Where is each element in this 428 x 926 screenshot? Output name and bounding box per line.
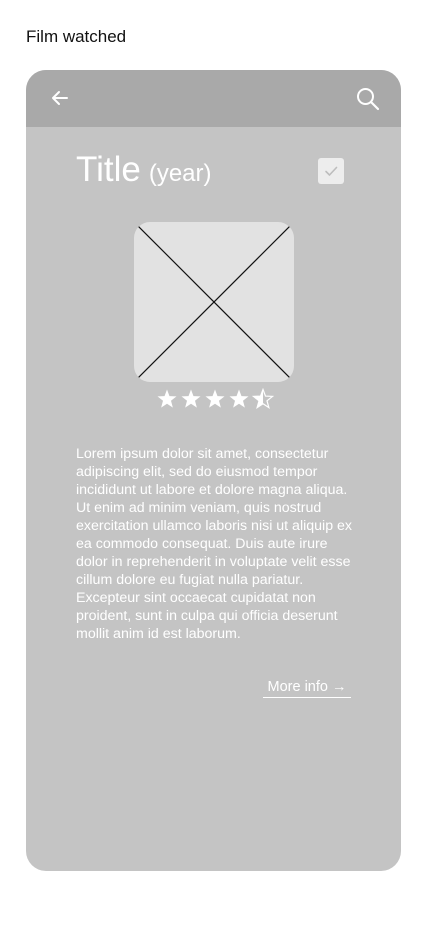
film-poster [134,222,294,382]
arrow-right-icon: → [331,679,347,695]
star-full-icon [181,389,201,408]
app-bar [26,70,401,127]
star-rating [155,387,275,411]
search-icon [357,88,380,111]
page-title: Film watched [26,27,127,46]
checkmark-icon [325,166,338,176]
search-button[interactable] [355,86,381,112]
film-heading: Title (year) [76,150,212,190]
watched-checkbox[interactable] [318,158,344,184]
arrow-left-icon [52,91,68,105]
star-full-icon [205,389,225,408]
more-info-link[interactable]: More info → [263,679,351,698]
back-button[interactable] [48,86,72,110]
film-year: (year) [148,160,212,187]
phone-frame: Title (year) Lorem ipsum dolor sit amet,… [26,70,401,871]
film-description: Lorem ipsum dolor sit amet, consectetur … [76,446,353,642]
image-placeholder-icon [134,222,294,382]
film-title: Title [76,150,141,189]
more-info-label: More info [267,679,328,695]
star-full-icon [229,389,249,408]
star-half-icon [251,387,275,409]
star-full-icon [157,389,177,408]
